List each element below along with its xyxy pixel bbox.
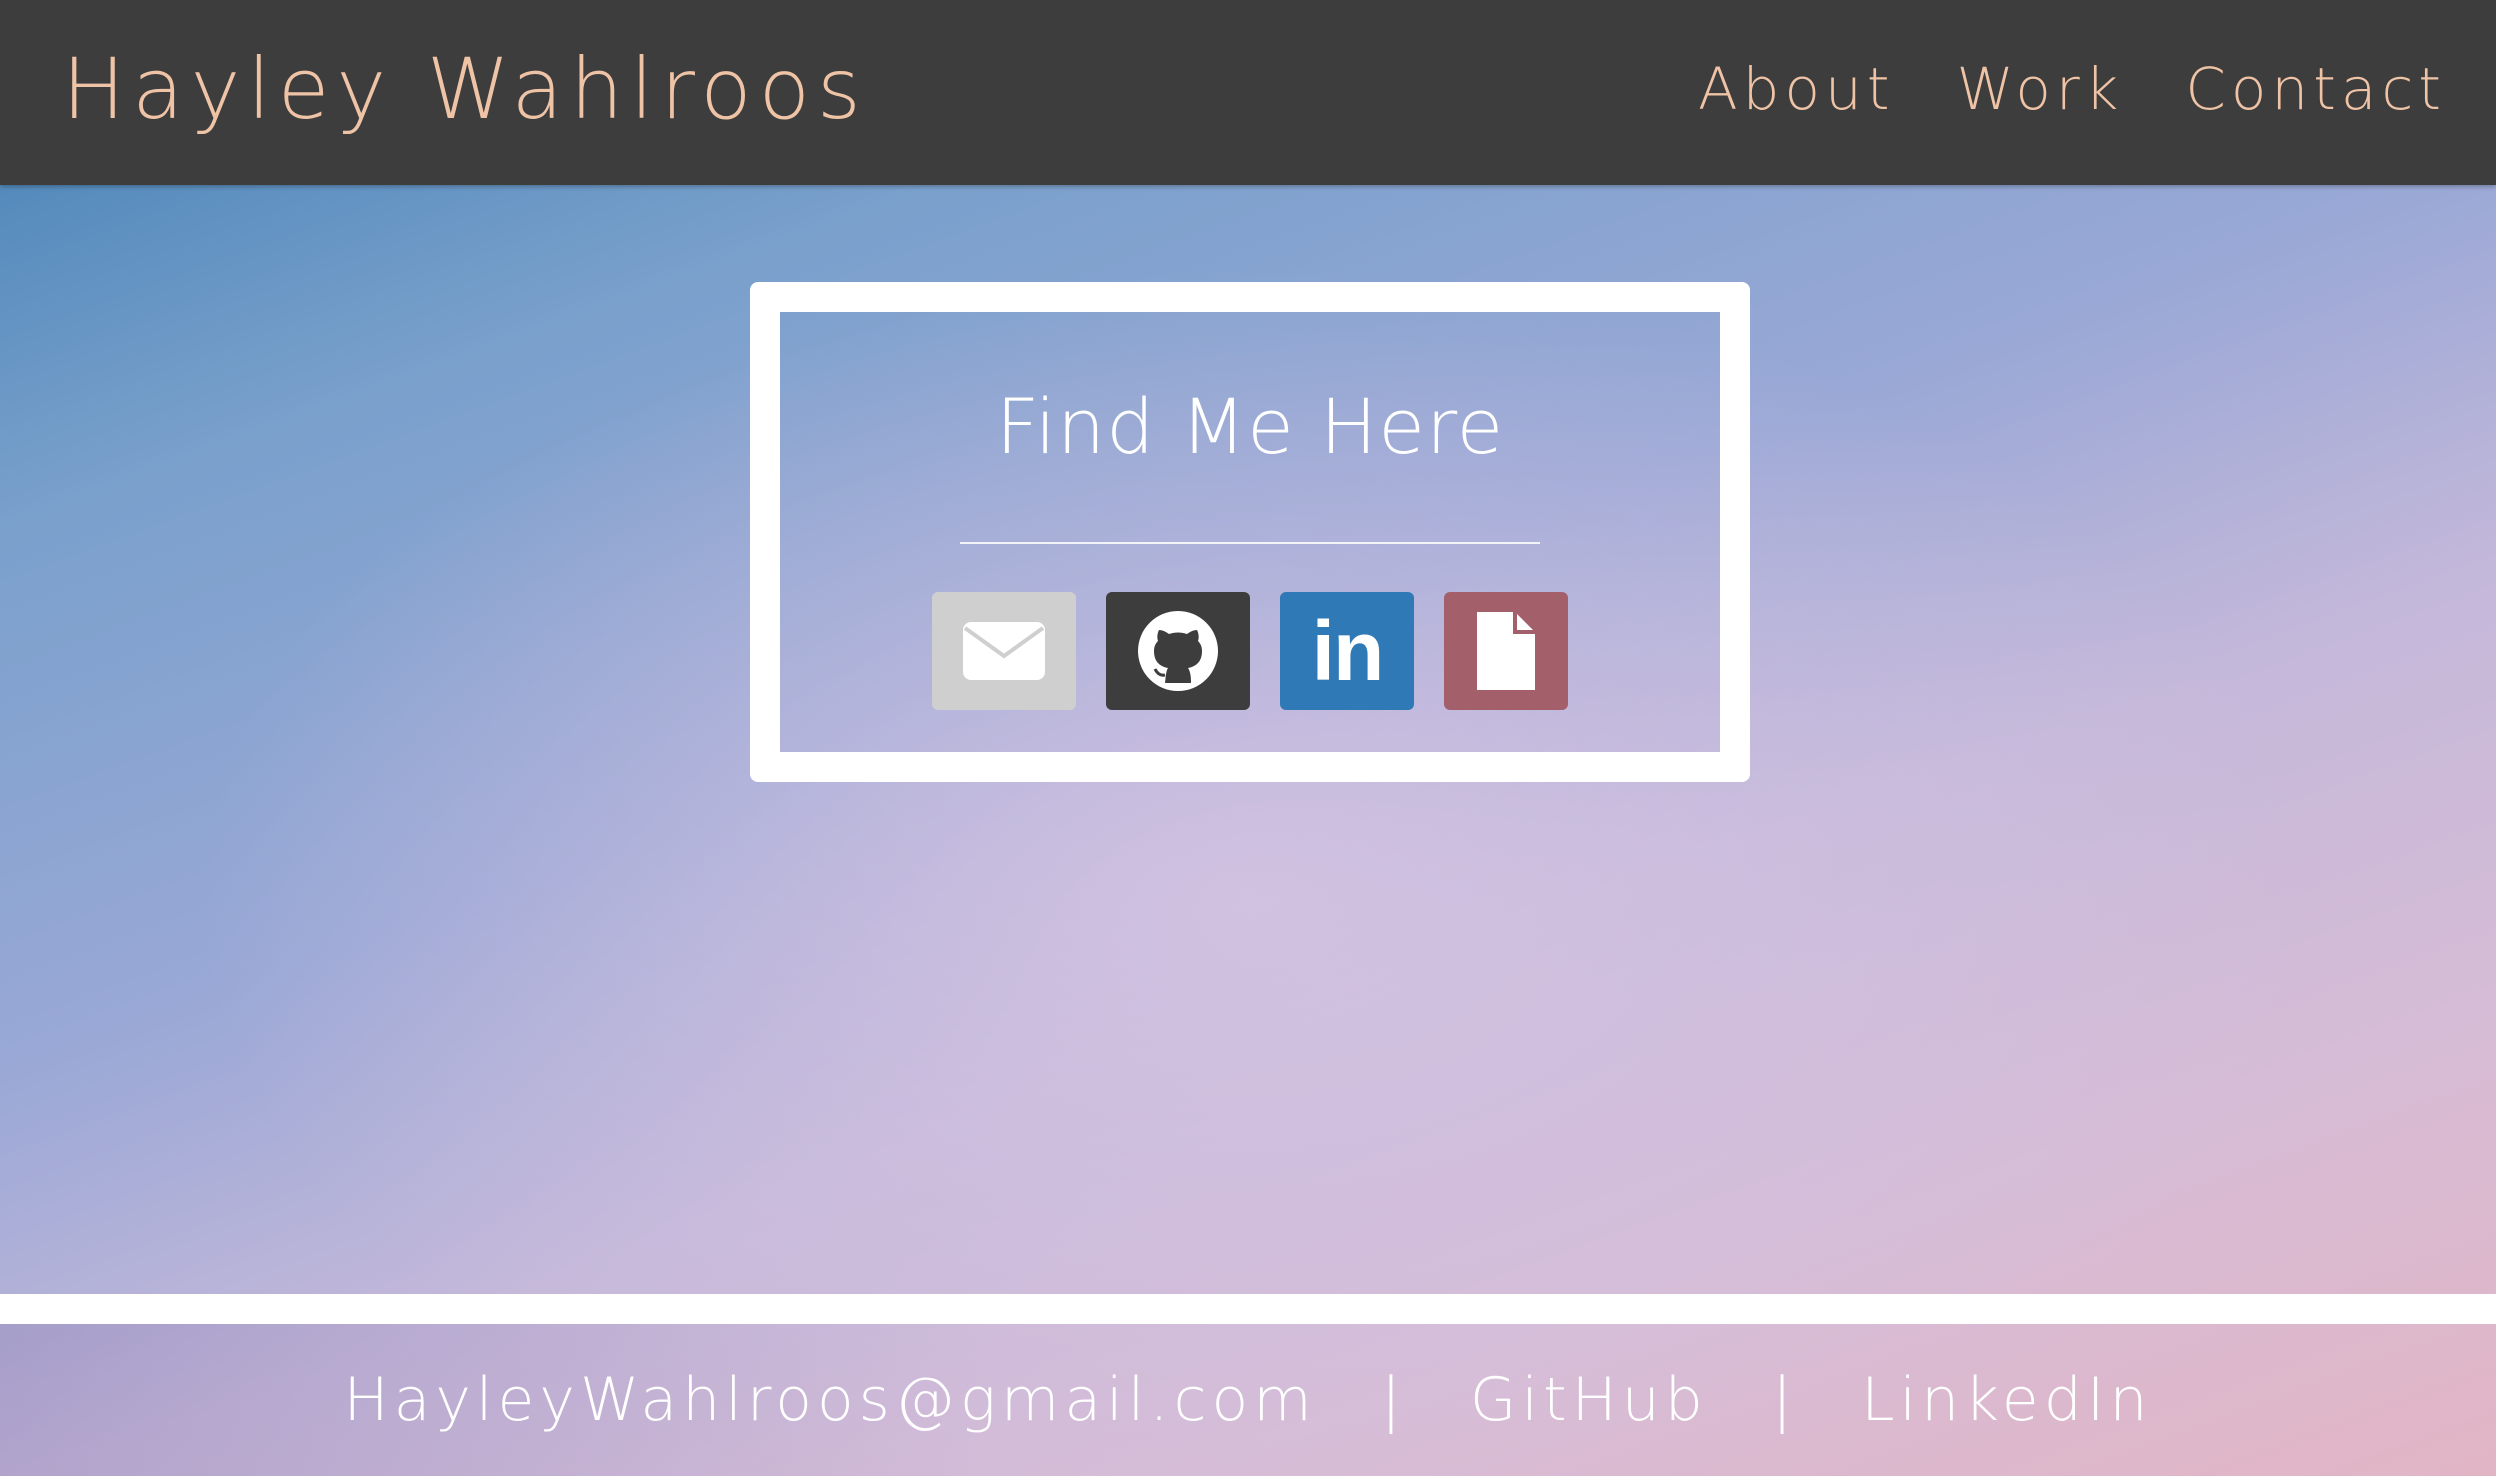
site-header: Hayley Wahlroos About Work Contact — [0, 0, 2496, 185]
contact-card: Find Me Here in — [750, 282, 1750, 782]
main-nav: About Work Contact — [1698, 55, 2446, 123]
footer-separator: | — [1771, 1365, 1798, 1435]
footer-github-link[interactable]: GitHub — [1470, 1365, 1708, 1435]
footer-divider — [0, 1294, 2496, 1324]
linkedin-icon: in — [1311, 603, 1385, 698]
nav-work[interactable]: Work — [1956, 55, 2123, 123]
site-footer: HayleyWahlroos@gmail.com | GitHub | Link… — [0, 1324, 2496, 1476]
footer-linkedin-link[interactable]: LinkedIn — [1861, 1365, 2152, 1435]
footer-email-link[interactable]: HayleyWahlroos@gmail.com — [343, 1365, 1316, 1435]
card-title: Find Me Here — [995, 382, 1505, 471]
github-icon — [1138, 611, 1218, 691]
resume-button[interactable] — [1444, 592, 1568, 710]
site-title[interactable]: Hayley Wahlroos — [62, 40, 868, 138]
linkedin-button[interactable]: in — [1280, 592, 1414, 710]
envelope-icon — [963, 622, 1045, 680]
footer-separator: | — [1380, 1365, 1406, 1435]
email-button[interactable] — [932, 592, 1076, 710]
nav-contact[interactable]: Contact — [2185, 55, 2446, 123]
file-icon — [1477, 612, 1535, 690]
github-button[interactable] — [1106, 592, 1250, 710]
card-divider — [960, 542, 1540, 544]
social-icons: in — [780, 592, 1720, 710]
nav-about[interactable]: About — [1698, 55, 1894, 123]
